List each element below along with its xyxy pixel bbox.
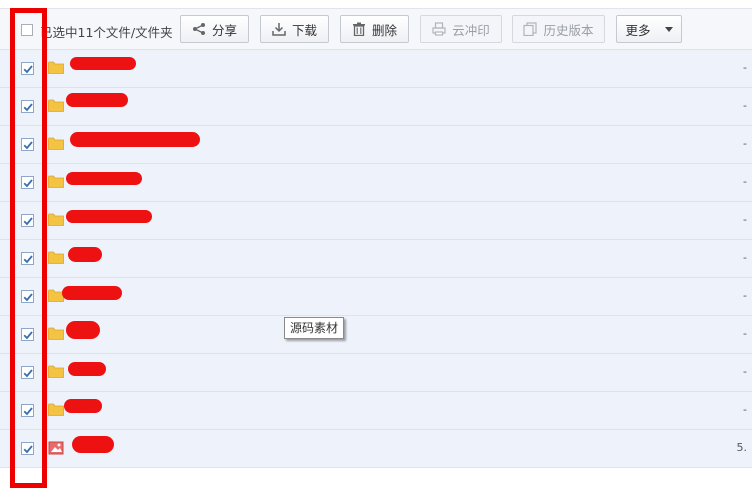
redaction-scribble	[70, 132, 200, 147]
file-row[interactable]: -	[0, 88, 752, 126]
more-label: 更多	[625, 22, 651, 38]
file-row[interactable]: -	[0, 354, 752, 392]
file-size: -	[743, 327, 747, 340]
row-checkbox[interactable]	[21, 404, 34, 417]
file-size: -	[743, 137, 747, 150]
file-size: 5.	[736, 441, 748, 454]
download-icon	[272, 22, 286, 36]
folder-icon	[48, 403, 64, 416]
history-version-label: 历史版本	[543, 22, 594, 38]
folder-icon	[48, 137, 64, 150]
folder-icon	[48, 251, 64, 264]
row-checkbox[interactable]	[21, 442, 34, 455]
file-row[interactable]: -	[0, 50, 752, 88]
cloud-print-label: 云冲印	[452, 22, 490, 38]
file-size: -	[743, 99, 747, 112]
file-list: - - - - - - - - - - 5.	[0, 50, 752, 468]
file-size: -	[743, 61, 747, 74]
row-checkbox[interactable]	[21, 100, 34, 113]
printer-icon	[432, 22, 446, 36]
folder-icon	[48, 365, 64, 378]
redaction-scribble	[66, 172, 142, 185]
redaction-scribble	[64, 399, 102, 413]
share-button[interactable]: 分享	[180, 15, 249, 43]
file-size: -	[743, 175, 747, 188]
row-checkbox[interactable]	[21, 328, 34, 341]
download-button[interactable]: 下载	[260, 15, 329, 43]
row-checkbox[interactable]	[21, 62, 34, 75]
file-size: -	[743, 365, 747, 378]
file-size: -	[743, 403, 747, 416]
redaction-scribble	[66, 93, 128, 107]
file-row[interactable]: -	[0, 202, 752, 240]
row-checkbox[interactable]	[21, 252, 34, 265]
select-all-checkbox[interactable]	[21, 24, 33, 36]
share-label: 分享	[211, 22, 237, 38]
redaction-scribble	[66, 321, 100, 339]
file-row[interactable]: -	[0, 278, 752, 316]
redaction-scribble	[72, 436, 114, 453]
row-checkbox[interactable]	[21, 176, 34, 189]
share-icon	[192, 22, 206, 36]
file-row[interactable]: -	[0, 316, 752, 354]
more-dropdown-button[interactable]: 更多	[616, 15, 682, 43]
selection-count-text: 已选中11个文件/文件夹	[40, 25, 173, 40]
download-label: 下载	[291, 22, 317, 38]
folder-icon	[48, 61, 64, 74]
redaction-scribble	[68, 362, 106, 376]
image-file-icon	[48, 441, 64, 455]
history-version-button[interactable]: 历史版本	[512, 15, 605, 43]
delete-button[interactable]: 删除	[340, 15, 409, 43]
redaction-scribble	[66, 210, 152, 223]
file-size: -	[743, 213, 747, 226]
row-checkbox[interactable]	[21, 290, 34, 303]
folder-icon	[48, 213, 64, 226]
delete-label: 删除	[371, 22, 397, 38]
file-size: -	[743, 251, 747, 264]
tooltip: 源码素材	[284, 317, 345, 339]
row-checkbox[interactable]	[21, 214, 34, 227]
trash-icon	[352, 22, 366, 36]
row-checkbox[interactable]	[21, 138, 34, 151]
file-row[interactable]: -	[0, 126, 752, 164]
file-manager-window: 已选中11个文件/文件夹 分享 下载 删除 云冲印 历史版本 更多 - - - …	[0, 0, 752, 493]
file-size: -	[743, 289, 747, 302]
toolbar: 已选中11个文件/文件夹 分享 下载 删除 云冲印 历史版本 更多	[0, 8, 752, 50]
folder-icon	[48, 99, 64, 112]
folder-icon	[48, 327, 64, 340]
history-icon	[523, 22, 538, 36]
redaction-scribble	[70, 57, 136, 70]
file-row[interactable]: -	[0, 240, 752, 278]
row-checkbox[interactable]	[21, 366, 34, 379]
redaction-scribble	[68, 247, 102, 262]
file-row[interactable]: 5.	[0, 430, 752, 468]
redaction-scribble	[62, 286, 122, 300]
file-row[interactable]: -	[0, 164, 752, 202]
file-row[interactable]: -	[0, 392, 752, 430]
chevron-down-icon	[664, 26, 673, 32]
cloud-print-button[interactable]: 云冲印	[420, 15, 502, 43]
folder-icon	[48, 175, 64, 188]
